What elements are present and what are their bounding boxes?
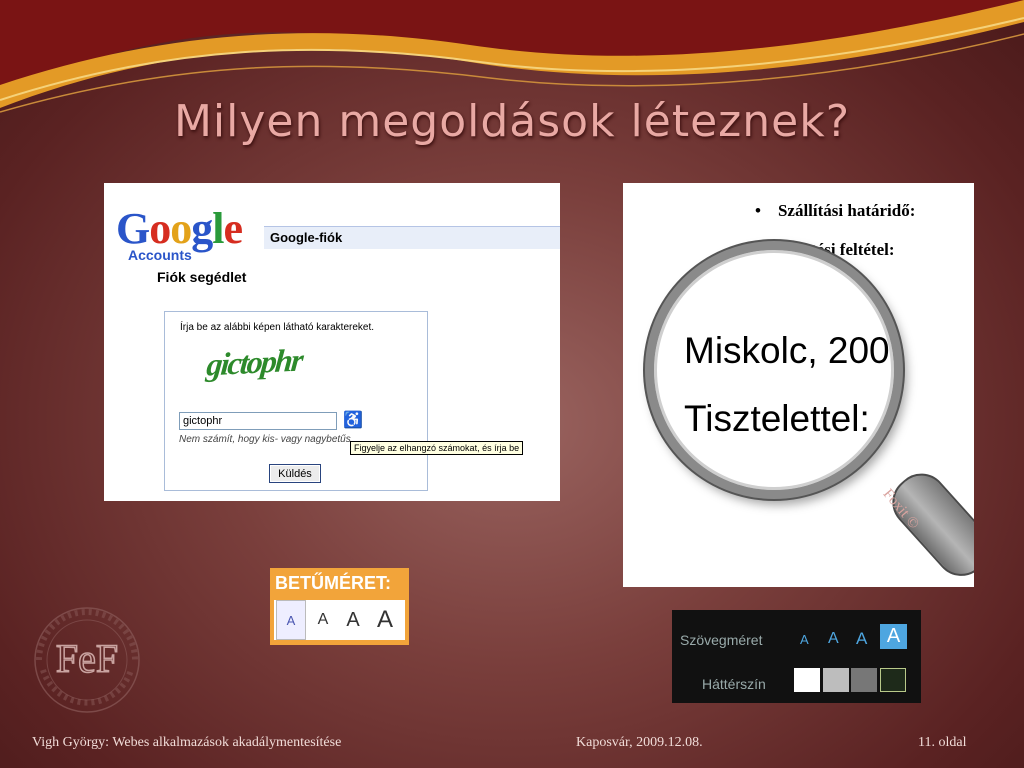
magnifier-lens: Miskolc, 200 Tisztelettel: — [645, 241, 903, 499]
font-size-option-2[interactable]: A — [308, 600, 338, 640]
text-size-option-3[interactable]: A — [856, 629, 867, 649]
font-size-widget: BETŰMÉRET: A A A A — [270, 568, 409, 645]
accessibility-audio-icon[interactable]: ♿ — [343, 410, 363, 430]
magnifier-panel: • Szállítási határidő: tési feltétel: Fo… — [623, 183, 974, 587]
footer-author: Vigh György: Webes alkalmazások akadálym… — [32, 735, 342, 750]
text-size-widget: Szövegméret A A A A Háttérszín — [672, 610, 921, 703]
google-bar-title: Google-fiók — [270, 230, 343, 245]
fef-seal-logo: FeF — [34, 607, 140, 713]
bg-swatch-dark[interactable] — [880, 668, 906, 692]
bg-swatch-dark-gray[interactable] — [851, 668, 877, 692]
google-accounts-label: Accounts — [128, 247, 192, 263]
font-size-options: A A A A — [274, 600, 405, 640]
magnifier-handle — [881, 462, 974, 587]
google-accounts-panel: Google Accounts Google-fiók Fiók segédle… — [104, 183, 560, 501]
magnified-line-1: Miskolc, 200 — [684, 330, 890, 371]
submit-button[interactable]: Küldés — [269, 464, 321, 483]
background-color-label: Háttérszín — [702, 676, 766, 692]
text-size-label: Szövegméret — [680, 632, 763, 648]
captcha-box: Írja be az alábbi képen látható karakter… — [164, 311, 428, 491]
text-size-option-4[interactable]: A — [880, 624, 907, 649]
svg-text:FeF: FeF — [56, 636, 118, 681]
font-size-title: BETŰMÉRET: — [275, 573, 391, 593]
text-size-option-1[interactable]: A — [800, 632, 809, 647]
bg-swatch-white[interactable] — [794, 668, 820, 692]
slide-title: Milyen megoldások léteznek? — [173, 96, 851, 147]
case-note: Nem számít, hogy kis- vagy nagybetűs — [179, 434, 351, 445]
bullet-delivery: • Szállítási határidő: — [755, 201, 916, 220]
text-size-option-2[interactable]: A — [828, 630, 839, 648]
captcha-image: gictophr — [205, 341, 304, 383]
font-size-option-3[interactable]: A — [338, 600, 368, 640]
audio-tooltip: Figyelje az elhangzó számokat, és írja b… — [350, 441, 524, 455]
font-size-option-4[interactable]: A — [370, 600, 400, 640]
captcha-instruction: Írja be az alábbi képen látható karakter… — [180, 322, 375, 333]
google-logo: Google — [116, 204, 243, 253]
footer-place-date: Kaposvár, 2009.12.08. — [576, 735, 703, 750]
bg-swatch-light-gray[interactable] — [823, 668, 849, 692]
captcha-input[interactable] — [179, 412, 337, 430]
google-subtitle: Fiók segédlet — [157, 269, 247, 285]
magnified-line-2: Tisztelettel: — [684, 398, 870, 439]
font-size-option-1[interactable]: A — [276, 600, 306, 640]
google-title-bar: Google-fiók — [264, 226, 560, 249]
footer-page-number: 11. oldal — [918, 735, 967, 750]
